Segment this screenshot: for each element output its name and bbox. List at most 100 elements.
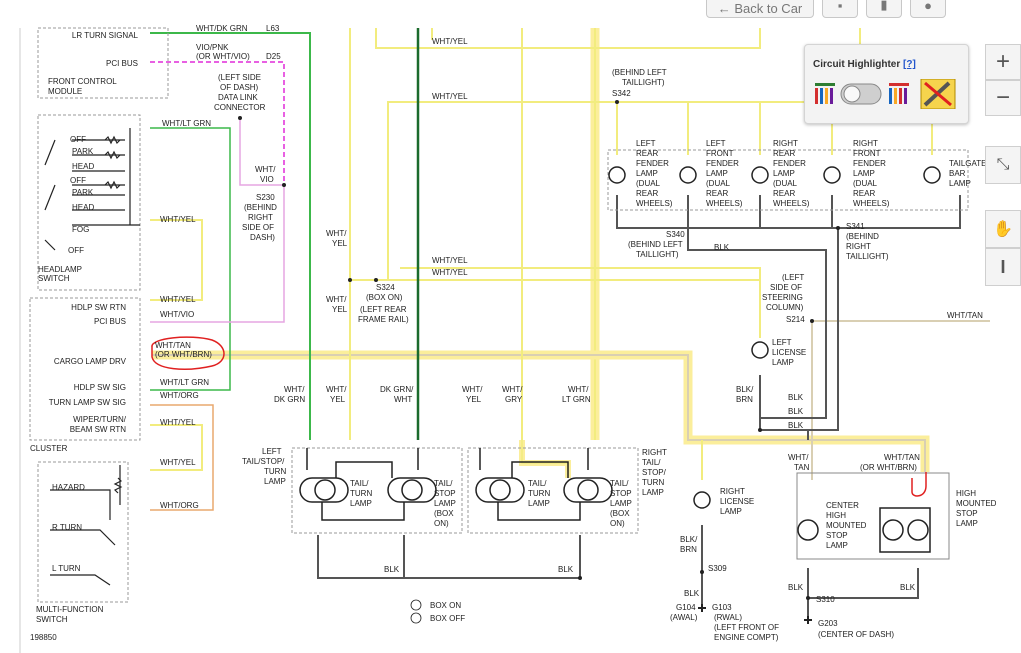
label-off: OFF bbox=[70, 135, 86, 144]
label-cargo-lamp: CARGO LAMP DRV bbox=[54, 357, 127, 366]
clear-highlight-button[interactable] bbox=[920, 79, 956, 109]
label-wg-b: GRY bbox=[505, 395, 523, 404]
label-blk-4: BLK bbox=[714, 243, 730, 252]
label-hm-3: STOP bbox=[956, 509, 978, 518]
label-g104: G104 bbox=[676, 603, 696, 612]
legend-mark-2 bbox=[410, 612, 422, 624]
label-rff-2: FRONT bbox=[853, 149, 881, 158]
label-s341-2: (BEHIND bbox=[846, 232, 879, 241]
zoom-in-button[interactable]: + bbox=[985, 44, 1021, 80]
label-off-3: OFF bbox=[68, 246, 84, 255]
label-rtst-4: TURN bbox=[642, 478, 664, 487]
label-off-2: OFF bbox=[70, 176, 86, 185]
label-s324-2: (BOX ON) bbox=[366, 293, 403, 302]
label-blk-brn-d: BRN bbox=[680, 545, 697, 554]
label-hdlp-sw-rtn: HDLP SW RTN bbox=[71, 303, 126, 312]
label-rrf-6: REAR bbox=[773, 189, 795, 198]
text-cursor-icon: I bbox=[1000, 256, 1006, 277]
label-lrf-4: LAMP bbox=[636, 169, 658, 178]
label-s342-1: (BEHIND LEFT bbox=[612, 68, 667, 77]
label-wlg-b: LT GRN bbox=[562, 395, 591, 404]
circuit-highlighter-title: Circuit Highlighter [?] bbox=[813, 59, 916, 70]
label-ll-3: LAMP bbox=[772, 358, 794, 367]
label-blk-2: BLK bbox=[788, 407, 804, 416]
label-dlc-4: CONNECTOR bbox=[214, 103, 266, 112]
label-rtst-5: LAMP bbox=[642, 488, 664, 497]
label-head-2: HEAD bbox=[72, 203, 94, 212]
label-s340-1: S340 bbox=[666, 230, 685, 239]
text-select-tool-button[interactable]: I bbox=[985, 248, 1021, 286]
label-s340-2: (BEHIND LEFT bbox=[628, 240, 683, 249]
label-lrf-7: WHEELS) bbox=[636, 199, 673, 208]
highlighter-toggle[interactable] bbox=[840, 83, 882, 105]
label-rff-6: REAR bbox=[853, 189, 875, 198]
label-s230-5: DASH) bbox=[250, 233, 275, 242]
fit-to-screen-button[interactable]: ⤡ bbox=[985, 146, 1021, 184]
label-ts2-3: LAMP bbox=[610, 499, 632, 508]
zoom-out-button[interactable]: − bbox=[985, 80, 1021, 116]
shrink-arrows-icon: ⤡ bbox=[996, 156, 1010, 173]
label-ch-5: LAMP bbox=[826, 541, 848, 550]
label-mfs-2: SWITCH bbox=[36, 615, 68, 624]
label-hm-1: HIGH bbox=[956, 489, 976, 498]
label-ltst-3: TURN bbox=[264, 467, 286, 476]
label-blk-brn-c: BLK/ bbox=[680, 535, 698, 544]
label-ts2-5: ON) bbox=[610, 519, 625, 528]
label-s341-4: TAILLIGHT) bbox=[846, 252, 889, 261]
info-button[interactable]: ● bbox=[910, 0, 946, 18]
label-wy-g: WHT/ bbox=[462, 385, 483, 394]
pan-tool-button[interactable]: ✋ bbox=[985, 210, 1021, 248]
label-lrf-1: LEFT bbox=[636, 139, 656, 148]
label-wg-a: WHT/ bbox=[502, 385, 523, 394]
label-rrf-7: WHEELS) bbox=[773, 199, 810, 208]
legend-mark-1 bbox=[410, 599, 422, 611]
label-s214-2: SIDE OF bbox=[770, 283, 802, 292]
bookmark-button[interactable]: ▮ bbox=[866, 0, 902, 18]
label-wy-h: YEL bbox=[466, 395, 482, 404]
label-rtst-1: RIGHT bbox=[642, 448, 667, 457]
label-g104-2: (AWAL) bbox=[670, 613, 698, 622]
label-g203: G203 bbox=[818, 619, 838, 628]
label-g203-2: (CENTER OF DASH) bbox=[818, 630, 894, 639]
label-headlamp-switch: HEADLAMP bbox=[38, 265, 82, 274]
label-lff-1: LEFT bbox=[706, 139, 726, 148]
label-tt-2: TURN bbox=[350, 489, 372, 498]
label-rff-7: WHEELS) bbox=[853, 199, 890, 208]
label-lff-2: FRONT bbox=[706, 149, 734, 158]
label-l-turn: L TURN bbox=[52, 564, 81, 573]
label-mfs: MULTI-FUNCTION bbox=[36, 605, 104, 614]
print-button[interactable]: ▪ bbox=[822, 0, 858, 18]
label-rrf-4: LAMP bbox=[773, 169, 795, 178]
label-cluster: CLUSTER bbox=[30, 444, 68, 453]
label-wht-yel-mid: WHT/YEL bbox=[432, 92, 468, 101]
label-s230-4: SIDE OF bbox=[242, 223, 274, 232]
label-ts-2: STOP bbox=[434, 489, 456, 498]
label-tg-2: BAR bbox=[949, 169, 966, 178]
label-s324-3: (LEFT REAR bbox=[360, 305, 407, 314]
label-turn-lamp-sig: TURN LAMP SW SIG bbox=[49, 398, 126, 407]
help-link[interactable]: [?] bbox=[903, 59, 916, 70]
label-s324-4: FRAME RAIL) bbox=[358, 315, 409, 324]
label-wht-yel-s2: WHT/YEL bbox=[432, 268, 468, 277]
label-headlamp-switch-2: SWITCH bbox=[38, 274, 70, 283]
label-tt2-3: LAMP bbox=[528, 499, 550, 508]
label-r-turn: R TURN bbox=[52, 523, 82, 532]
back-to-car-button[interactable]: ← Back to Car bbox=[706, 0, 814, 18]
label-wlg-a: WHT/ bbox=[568, 385, 589, 394]
label-wht-lt-grn-2: WHT/LT GRN bbox=[160, 378, 209, 387]
label-wy-e: WHT/ bbox=[326, 385, 347, 394]
info-icon: ● bbox=[924, 0, 932, 13]
label-s214-4: COLUMN) bbox=[766, 303, 804, 312]
label-ts-3: LAMP bbox=[434, 499, 456, 508]
plus-icon: + bbox=[995, 48, 1010, 75]
label-wht-tan: WHT/TAN bbox=[155, 341, 191, 350]
label-tg-3: LAMP bbox=[949, 179, 971, 188]
label-hm-4: LAMP bbox=[956, 519, 978, 528]
label-ltst-1: LEFT bbox=[262, 447, 282, 456]
label-wy-d: YEL bbox=[332, 305, 348, 314]
label-lrf-3: FENDER bbox=[636, 159, 669, 168]
label-wht-vio-a: WHT/ bbox=[255, 165, 276, 174]
label-vio-pnk: VIO/PNK bbox=[196, 43, 229, 52]
label-ts2-1: TAIL/ bbox=[610, 479, 629, 488]
label-wt-b: TAN bbox=[794, 463, 810, 472]
